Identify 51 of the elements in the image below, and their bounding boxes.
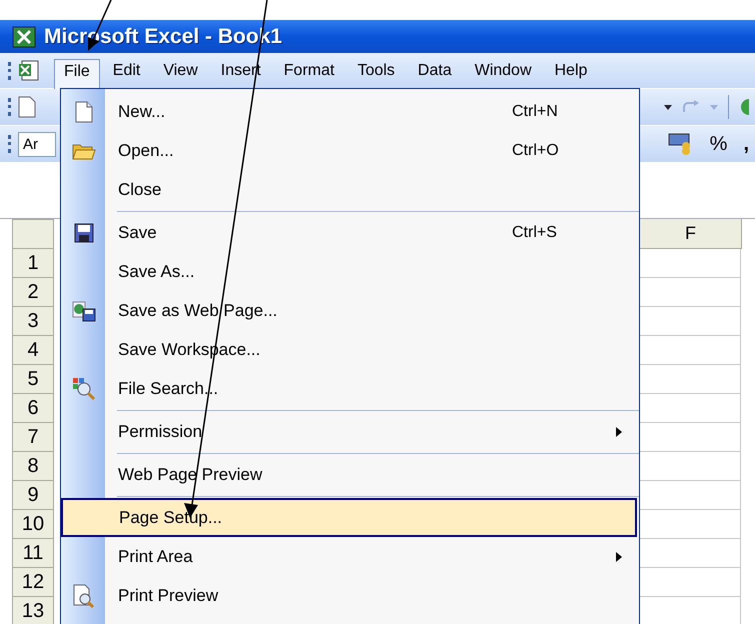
submenu-arrow-icon	[616, 552, 622, 562]
row-header[interactable]: 10	[12, 510, 54, 539]
menu-item[interactable]: New... Ctrl+N	[61, 92, 637, 131]
toolbar-grip[interactable]	[8, 62, 14, 80]
menu-item[interactable]: Data	[408, 59, 462, 82]
dropdown-arrow-icon[interactable]	[664, 104, 672, 110]
row-header[interactable]: 8	[12, 452, 54, 481]
page-magnifier-icon	[72, 584, 96, 608]
menu-item[interactable]: Open... Ctrl+O	[61, 131, 637, 170]
percent-style-button[interactable]: %	[710, 132, 728, 156]
menu-item[interactable]: Save as Web Page...	[61, 291, 637, 330]
menu-item[interactable]: View	[153, 59, 208, 82]
menu-item[interactable]: File	[54, 59, 100, 89]
row-header[interactable]: 3	[12, 307, 54, 336]
row-header[interactable]: 4	[12, 336, 54, 365]
row-header[interactable]: 13	[12, 597, 54, 624]
menu-item[interactable]: Close	[61, 170, 637, 209]
column-header[interactable]: F	[640, 219, 742, 249]
select-all-corner[interactable]	[12, 219, 54, 249]
menu-item[interactable]: Help	[544, 59, 598, 82]
toolbar-grip[interactable]	[8, 135, 14, 153]
blank-page-icon[interactable]	[18, 96, 36, 118]
blank-page-icon	[75, 100, 93, 122]
row-header[interactable]: 11	[12, 539, 54, 568]
toolbar-icon[interactable]	[739, 97, 749, 117]
menu-item[interactable]: Save Ctrl+S	[61, 213, 637, 252]
menu-item[interactable]: Format	[274, 59, 344, 82]
row-header[interactable]: 12	[12, 568, 54, 597]
menu-item[interactable]: Print Preview	[61, 576, 637, 615]
row-header[interactable]: 1	[12, 249, 54, 278]
row-header[interactable]: 6	[12, 394, 54, 423]
magnifier-icon	[72, 376, 96, 400]
row-header[interactable]: 5	[12, 365, 54, 394]
row-header[interactable]: 2	[12, 278, 54, 307]
menu-item[interactable]: Web Page Preview	[61, 455, 637, 494]
row-header[interactable]: 7	[12, 423, 54, 452]
font-field[interactable]: Ar	[18, 132, 56, 156]
comma-style-button[interactable]: ,	[743, 132, 749, 156]
globe-and-disk-icon	[72, 300, 96, 322]
menu-item[interactable]: Page Setup...	[61, 498, 637, 537]
toolbar-grip[interactable]	[8, 98, 14, 116]
menu-item[interactable]: Edit	[102, 59, 150, 82]
menu-item[interactable]: Print Area	[61, 537, 637, 576]
redo-icon[interactable]	[682, 100, 700, 114]
menu-item[interactable]: Permission	[61, 412, 637, 451]
menu-item[interactable]: Tools	[347, 59, 405, 82]
row-header[interactable]: 9	[12, 481, 54, 510]
menu-item[interactable]: Window	[464, 59, 542, 82]
menu-item[interactable]: Save As...	[61, 252, 637, 291]
submenu-arrow-icon	[616, 426, 622, 436]
spreadsheet-app-icon	[12, 26, 36, 48]
